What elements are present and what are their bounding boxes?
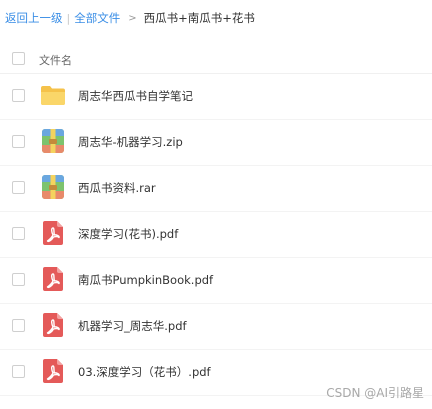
file-name[interactable]: 周志华西瓜书自学笔记 (78, 88, 193, 104)
breadcrumb-divider: | (66, 11, 71, 25)
breadcrumb: 返回上一级 | 全部文件 > 西瓜书+南瓜书+花书 (5, 9, 255, 27)
pdf-icon (40, 312, 66, 338)
file-name[interactable]: 西瓜书资料.rar (78, 180, 156, 196)
pdf-icon (40, 358, 66, 384)
file-row-4[interactable]: 深度学习(花书).pdf (0, 212, 432, 258)
file-row-6[interactable]: 机器学习_周志华.pdf (0, 304, 432, 350)
file-name[interactable]: 南瓜书PumpkinBook.pdf (78, 272, 213, 288)
file-checkbox[interactable] (12, 273, 25, 286)
file-row-1[interactable]: 周志华西瓜书自学笔记 (0, 74, 432, 120)
file-name[interactable]: 机器学习_周志华.pdf (78, 318, 187, 334)
archive-icon (40, 174, 66, 200)
file-checkbox[interactable] (12, 365, 25, 378)
select-all-checkbox[interactable] (12, 52, 25, 65)
back-link[interactable]: 返回上一级 (5, 10, 63, 26)
chevron-right-icon: > (128, 12, 137, 24)
folder-icon (40, 82, 66, 108)
file-list: 文件名 周志华西瓜书自学笔记 周志华-机器学习.zip 西瓜书资料.rar 深度… (0, 43, 432, 396)
pdf-icon (40, 220, 66, 246)
file-checkbox[interactable] (12, 135, 25, 148)
file-checkbox[interactable] (12, 227, 25, 240)
file-name[interactable]: 周志华-机器学习.zip (78, 134, 183, 150)
watermark: CSDN @AI引路星 (326, 386, 424, 400)
file-row-2[interactable]: 周志华-机器学习.zip (0, 120, 432, 166)
file-checkbox[interactable] (12, 181, 25, 194)
file-checkbox[interactable] (12, 319, 25, 332)
filename-column-header: 文件名 (39, 54, 72, 67)
all-files-link[interactable]: 全部文件 (74, 10, 120, 26)
archive-icon (40, 128, 66, 154)
file-name[interactable]: 深度学习(花书).pdf (78, 226, 178, 242)
file-checkbox[interactable] (12, 89, 25, 102)
file-row-3[interactable]: 西瓜书资料.rar (0, 166, 432, 212)
file-row-5[interactable]: 南瓜书PumpkinBook.pdf (0, 258, 432, 304)
file-name[interactable]: 03.深度学习（花书）.pdf (78, 364, 211, 380)
pdf-icon (40, 266, 66, 292)
list-header: 文件名 (0, 43, 432, 74)
current-folder-label: 西瓜书+南瓜书+花书 (143, 11, 255, 25)
